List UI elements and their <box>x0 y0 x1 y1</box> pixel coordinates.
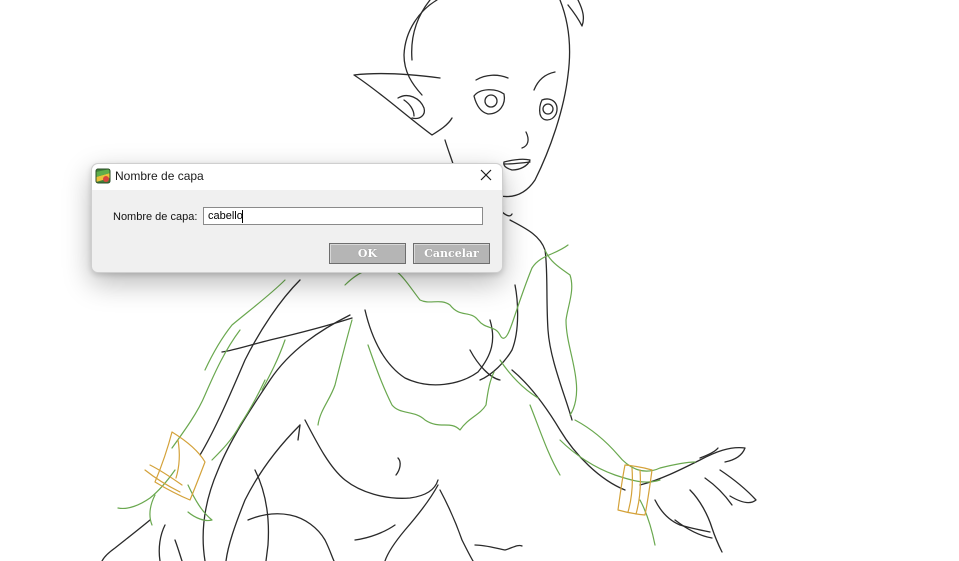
dialog-body: Nombre de capa: OK Cancelar <box>92 190 502 272</box>
dialog-title: Nombre de capa <box>115 169 204 183</box>
ink-lines <box>101 0 757 561</box>
line-art-drawing <box>101 0 757 561</box>
close-button[interactable] <box>474 165 498 189</box>
ok-button[interactable]: OK <box>329 243 406 264</box>
paint-app-icon <box>95 168 111 184</box>
gold-layer-lines <box>144 431 653 516</box>
cancel-button[interactable]: Cancelar <box>413 243 490 264</box>
dialog-titlebar[interactable]: Nombre de capa <box>92 164 502 190</box>
layer-name-dialog: Nombre de capa Nombre de capa: OK Cancel… <box>91 163 503 273</box>
green-layer-lines <box>117 244 696 546</box>
close-icon <box>480 168 492 186</box>
layer-name-label: Nombre de capa: <box>113 211 198 223</box>
text-caret <box>242 210 243 223</box>
drawing-canvas[interactable] <box>0 0 959 561</box>
layer-name-input[interactable] <box>203 207 483 225</box>
